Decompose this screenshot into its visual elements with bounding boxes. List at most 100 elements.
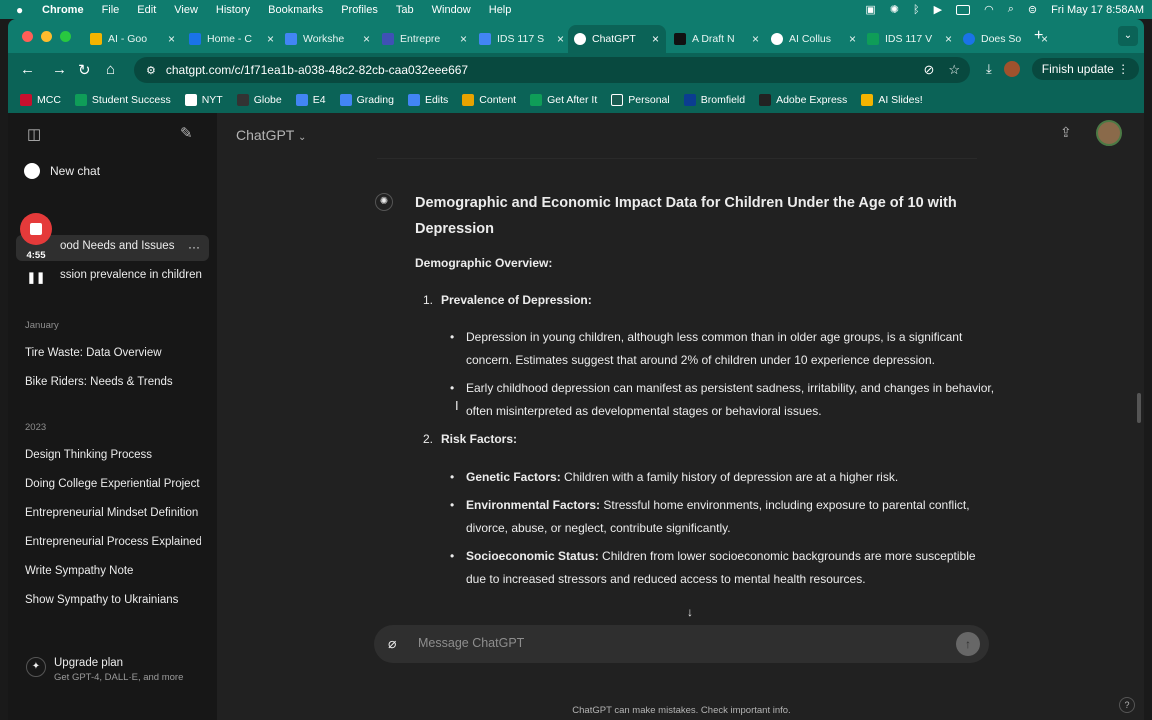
tab-close-icon[interactable]: × <box>752 32 759 46</box>
new-chat-button[interactable]: New chat <box>24 163 100 179</box>
screen-record-icon[interactable]: ▣ <box>865 3 875 16</box>
bookmark-item[interactable]: MCC <box>20 94 61 106</box>
model-selector[interactable]: ChatGPT ⌄ <box>236 127 306 143</box>
message-input[interactable]: Message ChatGPT <box>418 636 524 650</box>
browser-window: AI - Goo × Home - C × Workshe × Entrepre × I… <box>8 19 1144 720</box>
bookmark-item[interactable]: Bromfield <box>683 94 745 106</box>
sidebar-item[interactable]: Design Thinking Process <box>25 449 201 461</box>
bluetooth-icon[interactable]: ᛒ <box>913 4 920 16</box>
tab-close-icon[interactable]: × <box>557 32 564 46</box>
home-icon[interactable]: ⌂ <box>106 61 115 78</box>
browser-tab[interactable]: AI - Goo × <box>84 25 181 53</box>
new-chat-edit-icon[interactable]: ✎ <box>180 124 193 142</box>
bookmark-item[interactable]: Grading <box>339 94 394 106</box>
browser-tab-active[interactable]: ChatGPT × <box>568 25 666 53</box>
wifi-icon[interactable]: ◠ <box>984 3 994 16</box>
sidebar-item[interactable]: Write Sympathy Note <box>25 565 201 577</box>
tab-close-icon[interactable]: × <box>652 32 659 46</box>
menu-tab[interactable]: Tab <box>396 4 414 16</box>
finish-update-button[interactable]: Finish update ⋮ <box>1031 58 1140 80</box>
minimize-window-button[interactable] <box>41 31 52 42</box>
scrollbar-thumb[interactable] <box>1137 393 1141 423</box>
bookmark-star-icon[interactable]: ☆ <box>948 62 960 78</box>
tab-close-icon[interactable]: × <box>267 32 274 46</box>
response-heading: Demographic and Economic Impact Data for… <box>415 195 957 237</box>
bookmark-favicon <box>236 94 249 106</box>
attach-paperclip-icon[interactable]: ⌀ <box>388 635 396 652</box>
reload-icon[interactable]: ↻ <box>78 61 91 79</box>
tab-search-chevron-icon[interactable]: ⌄ <box>1118 26 1138 46</box>
bookmark-item[interactable]: NYT <box>184 94 223 106</box>
sidebar-item[interactable]: Doing College Experiential Project <box>25 478 201 490</box>
send-arrow-icon[interactable]: ↑ <box>956 632 980 656</box>
menu-help[interactable]: Help <box>489 4 512 16</box>
menu-bookmarks[interactable]: Bookmarks <box>268 4 323 16</box>
menu-profiles[interactable]: Profiles <box>341 4 378 16</box>
browser-tab[interactable]: A Draft N × <box>668 25 765 53</box>
bookmark-item[interactable]: Content <box>462 94 516 106</box>
forward-arrow-icon[interactable]: → <box>52 61 67 78</box>
browser-tab[interactable]: IDS 117 V × <box>861 25 958 53</box>
address-bar[interactable]: ⚙ chatgpt.com/c/1f71ea1b-a038-48c2-82cb-… <box>134 57 970 83</box>
browser-tab[interactable]: Entrepre × <box>376 25 473 53</box>
menu-view[interactable]: View <box>174 4 198 16</box>
share-icon[interactable]: ⇪ <box>1060 124 1072 141</box>
site-info-icon[interactable]: ⚙ <box>146 64 156 77</box>
bookmark-item[interactable]: Adobe Express <box>759 94 847 106</box>
menu-history[interactable]: History <box>216 4 250 16</box>
apple-icon[interactable]: ● <box>16 3 32 17</box>
bookmark-item[interactable]: AI Slides! <box>861 94 923 106</box>
upgrade-plan-button[interactable]: ✦ Upgrade plan Get GPT-4, DALL·E, and mo… <box>26 657 183 683</box>
tab-close-icon[interactable]: × <box>168 32 175 46</box>
new-tab-icon[interactable]: + <box>1034 27 1043 45</box>
download-icon[interactable]: ⤓ <box>986 61 992 77</box>
bookmark-item[interactable]: Globe <box>236 94 282 106</box>
bookmark-item[interactable]: Personal <box>611 94 670 106</box>
browser-tab[interactable]: Workshe × <box>279 25 376 53</box>
search-icon[interactable]: ⌕ <box>1008 3 1014 16</box>
help-icon[interactable]: ? <box>1119 697 1135 713</box>
sidebar-item[interactable]: Entrepreneurial Process Explained <box>25 536 201 548</box>
menu-app-name[interactable]: Chrome <box>42 4 84 16</box>
battery-icon[interactable] <box>956 4 971 15</box>
control-center-icon[interactable]: ⊜ <box>1028 3 1037 16</box>
browser-tab[interactable]: AI Collus × <box>765 25 862 53</box>
play-icon[interactable]: ▶ <box>934 3 942 16</box>
clock[interactable]: Fri May 17 8:58AM <box>1051 4 1144 16</box>
menu-file[interactable]: File <box>102 4 120 16</box>
more-options-icon[interactable]: ··· <box>188 240 200 254</box>
bookmark-item[interactable]: Get After It <box>530 94 597 106</box>
menu-window[interactable]: Window <box>432 4 471 16</box>
browser-tab[interactable]: Home - C × <box>183 25 280 53</box>
browser-tab[interactable]: IDS 117 S × <box>473 25 570 53</box>
sidebar-item[interactable]: Bike Riders: Needs & Trends <box>25 376 201 388</box>
tab-close-icon[interactable]: × <box>460 32 467 46</box>
bookmark-item[interactable]: Student Success <box>74 94 171 106</box>
model-label: ChatGPT <box>236 127 295 143</box>
settings-icon[interactable]: ✺ <box>890 3 899 16</box>
close-window-button[interactable] <box>22 31 33 42</box>
url-text[interactable]: chatgpt.com/c/1f71ea1b-a038-48c2-82cb-ca… <box>166 63 468 77</box>
bookmark-item[interactable]: Edits <box>407 94 448 106</box>
sidebar-item-active[interactable]: ood Needs and Issues <box>60 240 190 252</box>
tab-close-icon[interactable]: × <box>363 32 370 46</box>
back-arrow-icon[interactable]: ← <box>20 61 35 78</box>
item-number: 2. <box>423 432 434 446</box>
sidebar-toggle-icon[interactable]: ◫ <box>27 125 41 143</box>
stop-recording-button[interactable] <box>20 213 52 245</box>
pause-icon[interactable]: ❚❚ <box>18 271 54 284</box>
zoom-window-button[interactable] <box>60 31 71 42</box>
tab-close-icon[interactable]: × <box>945 32 952 46</box>
menu-edit[interactable]: Edit <box>137 4 156 16</box>
profile-avatar-icon[interactable] <box>1003 61 1020 77</box>
message-composer[interactable]: ⌀ Message ChatGPT ↑ <box>374 625 989 663</box>
avatar[interactable] <box>1096 120 1122 146</box>
sidebar-item[interactable]: ssion prevalence in children... <box>60 269 202 281</box>
scroll-down-arrow-icon[interactable]: ↓ <box>681 605 699 623</box>
eye-off-icon[interactable]: ⊘ <box>923 62 934 78</box>
sidebar-item[interactable]: Entrepreneurial Mindset Definition <box>25 507 201 519</box>
sidebar-item[interactable]: Show Sympathy to Ukrainians <box>25 594 201 606</box>
sidebar-item[interactable]: Tire Waste: Data Overview <box>25 347 201 359</box>
bookmark-item[interactable]: E4 <box>295 94 326 106</box>
tab-close-icon[interactable]: × <box>849 32 856 46</box>
